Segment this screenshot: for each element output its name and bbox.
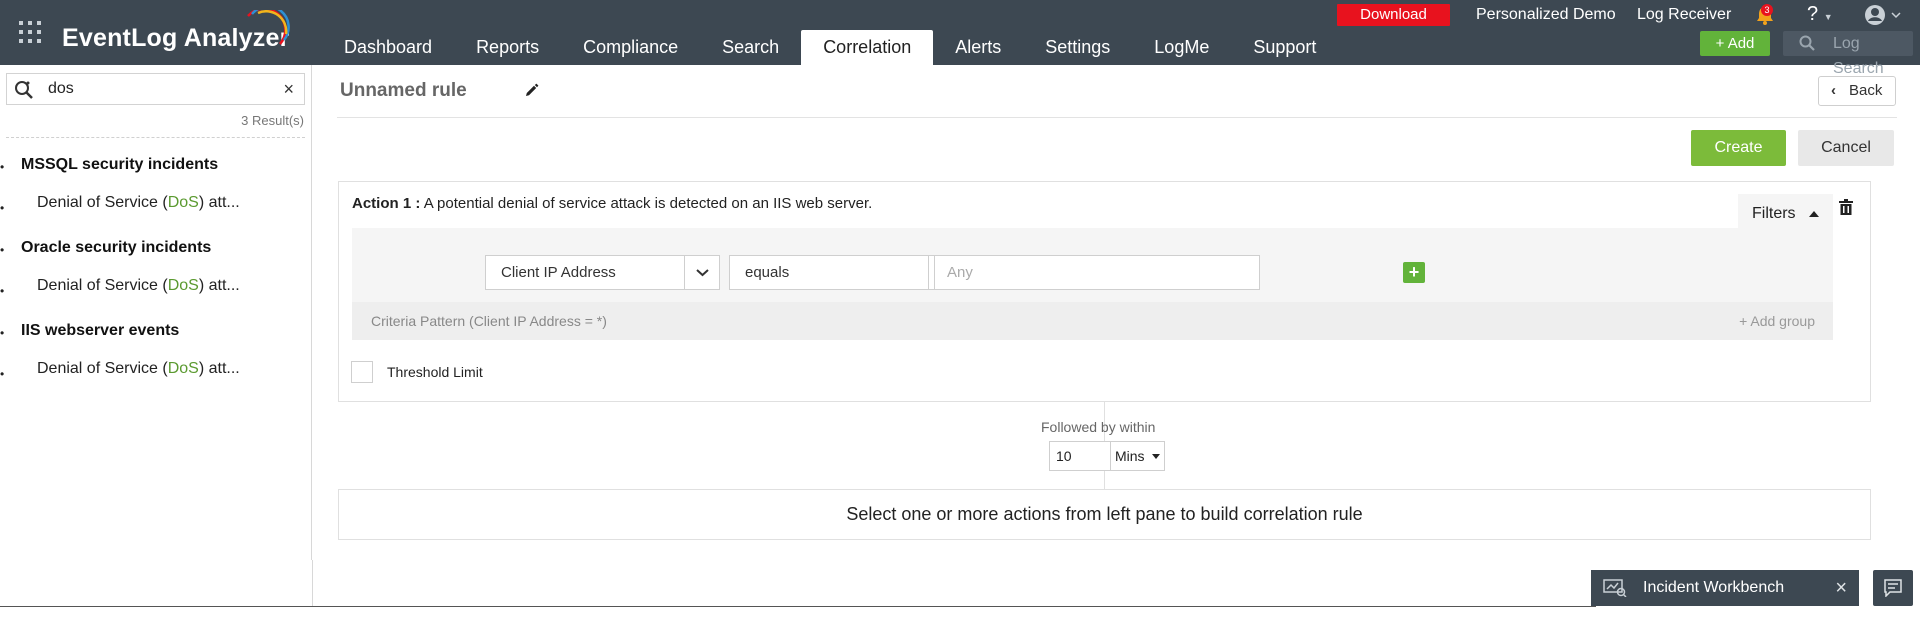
rule-title: Unnamed rule: [340, 80, 467, 101]
nav-alerts[interactable]: Alerts: [933, 30, 1023, 65]
close-icon[interactable]: ×: [1835, 570, 1847, 606]
followed-by-value-input[interactable]: 10: [1049, 441, 1111, 471]
group-title-iis[interactable]: IIS webserver events: [21, 322, 179, 340]
nav-dashboard[interactable]: Dashboard: [322, 30, 454, 65]
bullet: •: [0, 160, 5, 174]
results-count: 3 Result(s): [241, 113, 304, 128]
bullet: •: [0, 367, 5, 381]
apps-grid-icon[interactable]: [19, 21, 41, 43]
nav-reports[interactable]: Reports: [454, 30, 561, 65]
download-button[interactable]: Download: [1337, 4, 1450, 26]
nav-compliance[interactable]: Compliance: [561, 30, 700, 65]
cancel-button[interactable]: Cancel: [1798, 130, 1894, 166]
trash-icon[interactable]: [1839, 199, 1853, 215]
log-search-input[interactable]: Log Search: [1783, 31, 1913, 77]
personalized-demo-link[interactable]: Personalized Demo: [1476, 4, 1616, 26]
criteria-pattern-bar: Criteria Pattern (Client IP Address = *)…: [352, 302, 1833, 340]
clear-search-icon[interactable]: ×: [283, 74, 294, 104]
threshold-checkbox[interactable]: [351, 361, 373, 383]
divider: [337, 117, 1897, 118]
actions-search-input[interactable]: dos ×: [6, 73, 305, 105]
main-nav: Dashboard Reports Compliance Search Corr…: [322, 30, 1338, 65]
add-button[interactable]: + Add: [1700, 31, 1770, 56]
nav-correlation[interactable]: Correlation: [801, 30, 934, 65]
action-card: Action 1 : A potential denial of service…: [338, 181, 1871, 402]
nav-support[interactable]: Support: [1231, 30, 1338, 65]
brand-logo-icon: [247, 10, 290, 45]
back-button[interactable]: ‹ Back: [1818, 76, 1896, 106]
create-button[interactable]: Create: [1691, 130, 1786, 166]
nav-settings[interactable]: Settings: [1023, 30, 1132, 65]
notification-count-badge: 3: [1761, 4, 1773, 16]
bullet: •: [0, 201, 5, 215]
followed-by-unit-select[interactable]: Mins: [1111, 441, 1165, 471]
incident-workbench-label: Incident Workbench: [1643, 579, 1785, 596]
operator-select[interactable]: equals: [729, 255, 964, 290]
chevron-down-icon: [684, 256, 719, 289]
top-navigation-bar: EventLog Analyzer Dashboard Reports Comp…: [0, 0, 1920, 77]
bullet: •: [0, 284, 5, 298]
action-item-oracle-dos[interactable]: Denial of Service (DoS) att...: [37, 277, 240, 295]
nav-logme[interactable]: LogMe: [1132, 30, 1231, 65]
divider: [312, 560, 313, 606]
help-icon[interactable]: ? ▼: [1807, 3, 1833, 26]
chevron-up-icon: [1809, 211, 1819, 217]
incident-workbench-bar[interactable]: Incident Workbench ×: [1591, 570, 1859, 606]
add-group-link[interactable]: + Add group: [1739, 302, 1815, 340]
action-item-iis-dos[interactable]: Denial of Service (DoS) att...: [37, 360, 240, 378]
action-title: Action 1 : A potential denial of service…: [352, 195, 873, 212]
group-title-oracle[interactable]: Oracle security incidents: [21, 239, 211, 257]
chevron-down-icon: [1152, 454, 1160, 459]
chat-icon[interactable]: [1873, 570, 1913, 606]
value-input[interactable]: Any: [934, 255, 1260, 290]
search-icon: [15, 81, 33, 99]
bullet: •: [0, 243, 5, 257]
search-value: dos: [48, 80, 74, 97]
action-item-mssql-dos[interactable]: Denial of Service (DoS) att...: [37, 194, 240, 212]
criteria-pattern: Criteria Pattern (Client IP Address = *): [371, 313, 607, 329]
followed-by-label: Followed by within: [1041, 419, 1156, 435]
search-icon: [1799, 35, 1815, 51]
workbench-icon: [1603, 579, 1627, 597]
group-title-mssql[interactable]: MSSQL security incidents: [21, 156, 218, 174]
threshold-label: Threshold Limit: [387, 364, 483, 380]
field-select[interactable]: Client IP Address: [485, 255, 720, 290]
pencil-icon[interactable]: [523, 83, 539, 99]
chevron-left-icon: ‹: [1831, 82, 1836, 99]
actions-left-pane: dos × 3 Result(s) • MSSQL security incid…: [0, 65, 312, 560]
build-rule-hint: Select one or more actions from left pan…: [338, 489, 1871, 540]
plus-icon[interactable]: +: [1403, 262, 1425, 283]
log-receiver-link[interactable]: Log Receiver: [1637, 4, 1731, 26]
user-icon[interactable]: [1864, 4, 1904, 31]
divider: [0, 606, 1596, 607]
filter-row: Client IP Address equals Any +: [352, 228, 1833, 302]
divider: [6, 137, 305, 138]
bullet: •: [0, 326, 5, 340]
nav-search[interactable]: Search: [700, 30, 801, 65]
